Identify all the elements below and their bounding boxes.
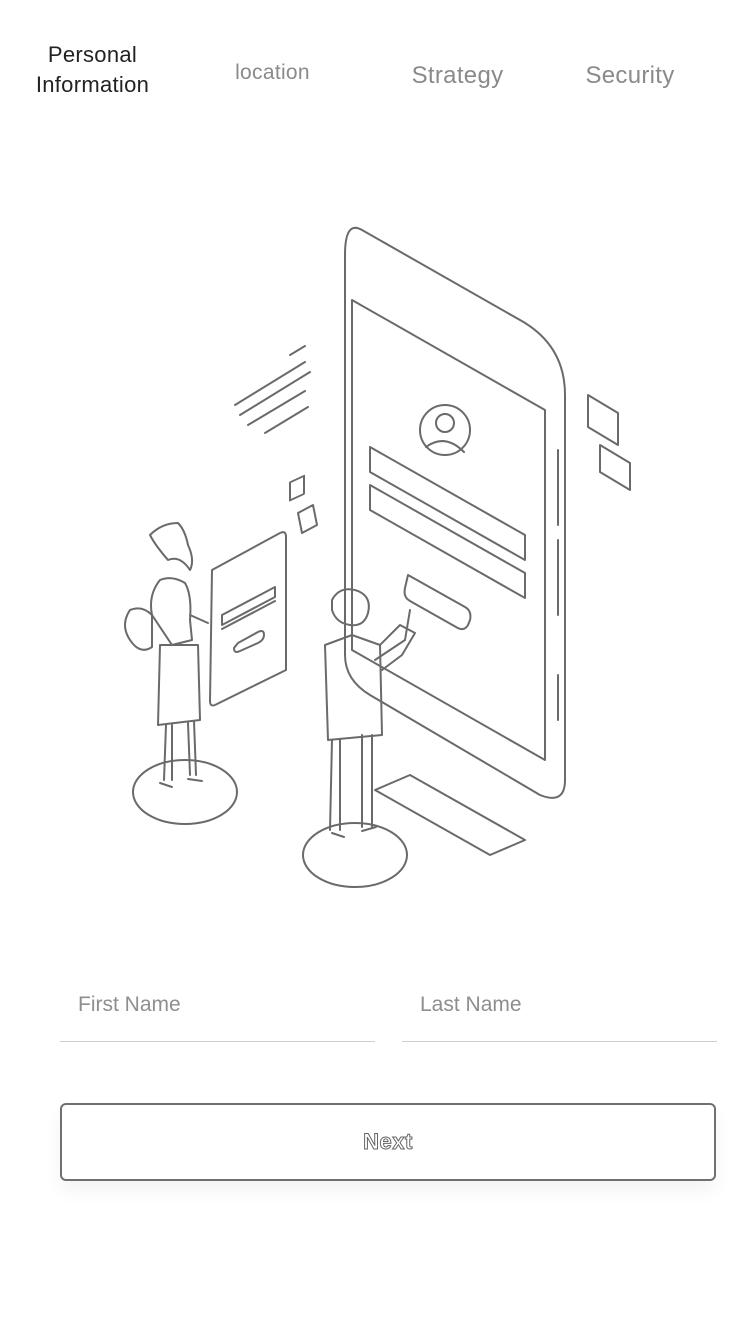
tab-security[interactable]: Security [565, 61, 695, 91]
first-name-field [60, 985, 375, 1042]
last-name-input[interactable] [402, 985, 717, 1017]
woman-figure [124, 522, 238, 825]
phone-graphic [344, 226, 566, 799]
card-graphic [209, 531, 287, 707]
phone-base-graphic [374, 774, 526, 856]
last-name-field [402, 985, 717, 1042]
step-tabs: Personal Information location Strategy S… [0, 0, 750, 130]
tab-location[interactable]: location [205, 58, 340, 88]
man-figure [302, 588, 416, 888]
tab-label: Personal Information [35, 42, 150, 97]
tab-personal-information[interactable]: Personal Information [20, 40, 165, 100]
tab-label: location [235, 61, 310, 84]
tab-label: Strategy [411, 62, 504, 89]
next-button[interactable]: Next [60, 1103, 716, 1181]
tab-strategy[interactable]: Strategy [395, 61, 520, 91]
first-name-input[interactable] [60, 985, 375, 1017]
tab-label: Security [585, 62, 675, 89]
decorative-lines [234, 345, 631, 534]
onboarding-illustration [124, 226, 631, 888]
